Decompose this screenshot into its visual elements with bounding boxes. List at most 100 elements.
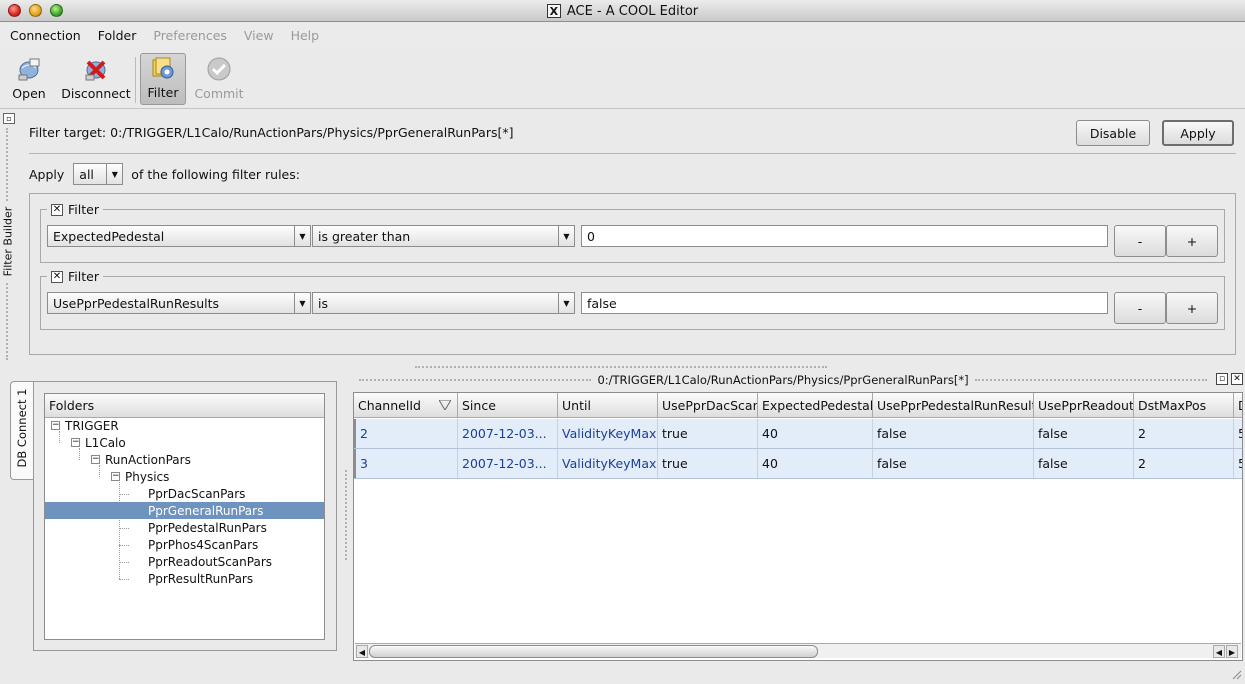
- filter-rule-2-remove-button[interactable]: -: [1114, 292, 1166, 324]
- filter-builder-float-icon[interactable]: ▫: [3, 113, 15, 124]
- filter-target-label: Filter target: 0:/TRIGGER/L1Calo/RunActi…: [29, 125, 514, 140]
- open-connection-icon: [18, 58, 40, 81]
- scrollbar-thumb[interactable]: [369, 645, 818, 658]
- cell-dstmaxpos[interactable]: 2: [1134, 449, 1234, 478]
- menu-bar: Connection Folder Preferences View Help: [0, 23, 1245, 47]
- filter-rule-2-title: Filter: [68, 269, 99, 284]
- filter-rule-1-checkbox[interactable]: ✕: [51, 203, 63, 216]
- cell-usepprreadout[interactable]: false: [1034, 449, 1134, 478]
- chevron-down-icon: ▼: [294, 293, 310, 313]
- filter-rule-1-remove-button[interactable]: -: [1114, 225, 1166, 257]
- filter-rule-1-field-select[interactable]: ExpectedPedestal ▼: [47, 225, 311, 247]
- filter-rule-2-checkbox[interactable]: ✕: [51, 270, 63, 283]
- menu-folder[interactable]: Folder: [98, 28, 137, 43]
- filter-rule-2-add-button[interactable]: +: [1166, 292, 1218, 324]
- column-header-channelid[interactable]: ChannelId: [354, 393, 458, 418]
- column-header-usepprreadout[interactable]: UsePprReadoutS: [1034, 393, 1134, 418]
- filter-rule-1-operator-select[interactable]: is greater than ▼: [312, 225, 575, 247]
- column-header-usepprdacscan[interactable]: UsePprDacScanR: [658, 393, 758, 418]
- tree-connector: [119, 545, 129, 546]
- cell-since[interactable]: 2007-12-03...: [458, 419, 558, 448]
- cell-channelid[interactable]: 3: [354, 449, 458, 478]
- collapse-icon[interactable]: −: [51, 421, 60, 430]
- table-row[interactable]: 3 2007-12-03... ValidityKeyMax true 40 f…: [354, 449, 1242, 479]
- menu-view[interactable]: View: [244, 28, 274, 43]
- commit-button[interactable]: Commit: [194, 53, 244, 105]
- cell-d[interactable]: 5: [1234, 419, 1242, 448]
- column-header-d[interactable]: D: [1234, 393, 1242, 418]
- collapse-icon[interactable]: −: [91, 455, 100, 464]
- cell-usepprpedestalrunresults[interactable]: false: [873, 449, 1034, 478]
- menu-connection[interactable]: Connection: [10, 28, 81, 43]
- tree-node-label: L1Calo: [85, 435, 126, 450]
- tree-node-pprpedestalrunpars[interactable]: PprPedestalRunPars: [147, 519, 267, 536]
- cell-since[interactable]: 2007-12-03...: [458, 449, 558, 478]
- commit-label: Commit: [194, 86, 244, 101]
- chevron-down-icon: ▼: [294, 226, 310, 246]
- tree-node-l1calo[interactable]: − L1Calo: [71, 434, 126, 451]
- filter-rule-2-field-select[interactable]: UsePprPedestalRunResults ▼: [47, 292, 311, 314]
- drag-grip[interactable]: [359, 379, 592, 381]
- open-label: Open: [12, 86, 46, 101]
- tree-node-pprdacscanpars[interactable]: PprDacScanPars: [147, 485, 245, 502]
- vertical-splitter[interactable]: [345, 470, 347, 560]
- resize-grip-icon[interactable]: [1230, 668, 1242, 680]
- drag-grip[interactable]: [974, 379, 1208, 381]
- cell-d[interactable]: 5: [1234, 449, 1242, 478]
- apply-mode-row: Apply all ▼ of the following filter rule…: [29, 163, 300, 185]
- table-panel-header: 0:/TRIGGER/L1Calo/RunActionPars/Physics/…: [353, 372, 1243, 388]
- cell-usepprdacscan[interactable]: true: [658, 449, 758, 478]
- tree-node-pprphos4scanpars[interactable]: PprPhos4ScanPars: [147, 536, 258, 553]
- scroll-right-icon[interactable]: ▶: [1226, 645, 1238, 658]
- scroll-left-icon[interactable]: ◀: [356, 645, 368, 658]
- tree-node-pprreadoutscanpars[interactable]: PprReadoutScanPars: [147, 553, 272, 570]
- data-table: ChannelId Since Until UsePprDacScanR Exp…: [353, 392, 1243, 661]
- apply-mode-value: all: [79, 166, 94, 182]
- column-header-since[interactable]: Since: [458, 393, 558, 418]
- window-title-area: X ACE - A COOL Editor: [0, 0, 1245, 22]
- menu-preferences[interactable]: Preferences: [153, 28, 227, 43]
- tree-node-trigger[interactable]: − TRIGGER: [51, 417, 119, 434]
- apply-button[interactable]: Apply: [1162, 120, 1234, 146]
- cell-expectedpedestal[interactable]: 40: [758, 419, 873, 448]
- column-header-usepprpedestalrunresults[interactable]: UsePprPedestalRunResults: [873, 393, 1034, 418]
- close-panel-icon[interactable]: ✕: [1231, 373, 1243, 385]
- column-header-until[interactable]: Until: [558, 393, 658, 418]
- tree-connector: [119, 562, 129, 563]
- filter-button[interactable]: Filter: [140, 53, 186, 105]
- collapse-icon[interactable]: −: [111, 472, 120, 481]
- cell-usepprpedestalrunresults[interactable]: false: [873, 419, 1034, 448]
- filter-rule-1-add-button[interactable]: +: [1166, 225, 1218, 257]
- folder-tree-header[interactable]: Folders: [45, 394, 324, 418]
- tree-node-runactionpars[interactable]: − RunActionPars: [91, 451, 191, 468]
- tree-node-pprgeneralrunpars[interactable]: PprGeneralRunPars: [45, 502, 324, 519]
- scroll-left-icon[interactable]: ◀: [1213, 645, 1225, 658]
- collapse-icon[interactable]: −: [71, 438, 80, 447]
- tree-node-pprresultrunpars[interactable]: PprResultRunPars: [147, 570, 253, 587]
- open-button[interactable]: Open: [8, 53, 50, 105]
- cell-channelid[interactable]: 2: [354, 419, 458, 448]
- disable-button[interactable]: Disable: [1076, 120, 1150, 146]
- cell-usepprreadout[interactable]: false: [1034, 419, 1134, 448]
- cell-usepprdacscan[interactable]: true: [658, 419, 758, 448]
- filter-rule-1-title: Filter: [68, 202, 99, 217]
- disconnect-button[interactable]: Disconnect: [60, 53, 132, 105]
- filter-rule-1-value-input[interactable]: 0: [581, 225, 1108, 247]
- cell-until[interactable]: ValidityKeyMax: [558, 449, 658, 478]
- tree-node-physics[interactable]: − Physics: [111, 468, 169, 485]
- menu-help[interactable]: Help: [291, 28, 320, 43]
- tree-connector: [119, 579, 129, 580]
- apply-mode-select[interactable]: all ▼: [73, 163, 124, 185]
- column-header-dstmaxpos[interactable]: DstMaxPos: [1134, 393, 1234, 418]
- cell-expectedpedestal[interactable]: 40: [758, 449, 873, 478]
- cell-until[interactable]: ValidityKeyMax: [558, 419, 658, 448]
- float-panel-icon[interactable]: ▫: [1216, 373, 1228, 385]
- column-header-expectedpedestal[interactable]: ExpectedPedestal: [758, 393, 873, 418]
- horizontal-splitter[interactable]: [415, 366, 827, 368]
- filter-rule-2: ✕ Filter UsePprPedestalRunResults ▼ is ▼…: [40, 269, 1225, 330]
- cell-dstmaxpos[interactable]: 2: [1134, 419, 1234, 448]
- horizontal-scrollbar[interactable]: ◀ ◀ ▶: [355, 643, 1241, 658]
- table-row[interactable]: 2 2007-12-03... ValidityKeyMax true 40 f…: [354, 419, 1242, 449]
- filter-rule-2-value-input[interactable]: false: [581, 292, 1108, 314]
- filter-rule-2-operator-select[interactable]: is ▼: [312, 292, 575, 314]
